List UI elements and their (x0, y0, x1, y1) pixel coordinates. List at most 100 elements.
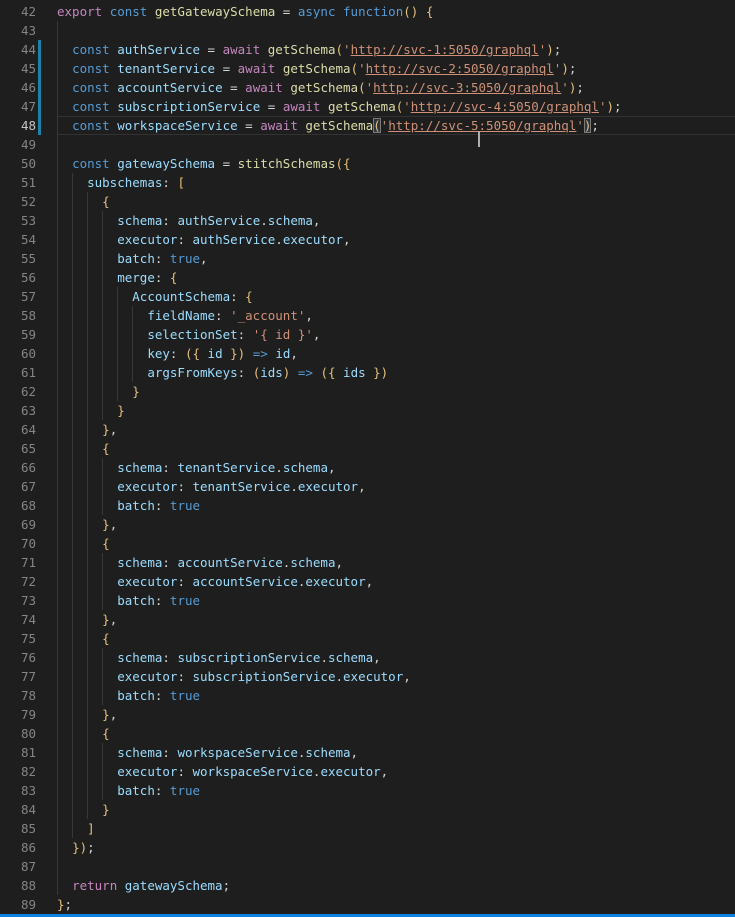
code-line-57[interactable]: 57 AccountSchema: { (0, 287, 735, 306)
code-text[interactable]: batch: true (57, 496, 735, 515)
code-line-84[interactable]: 84 } (0, 800, 735, 819)
gutter[interactable]: 52 (0, 192, 57, 211)
gutter[interactable]: 71 (0, 553, 57, 572)
code-text[interactable]: }, (57, 515, 735, 534)
code-line-89[interactable]: 89}; (0, 895, 735, 914)
code-line-82[interactable]: 82 executor: workspaceService.executor, (0, 762, 735, 781)
code-line-72[interactable]: 72 executor: accountService.executor, (0, 572, 735, 591)
code-line-86[interactable]: 86 }); (0, 838, 735, 857)
gutter[interactable]: 63 (0, 401, 57, 420)
gutter[interactable]: 80 (0, 724, 57, 743)
gutter[interactable]: 47 (0, 97, 57, 116)
code-text[interactable]: executor: authService.executor, (57, 230, 735, 249)
code-line-59[interactable]: 59 selectionSet: '{ id }', (0, 325, 735, 344)
gutter[interactable]: 77 (0, 667, 57, 686)
gutter[interactable]: 72 (0, 572, 57, 591)
gutter[interactable]: 53 (0, 211, 57, 230)
code-line-87[interactable]: 87 (0, 857, 735, 876)
gutter[interactable]: 74 (0, 610, 57, 629)
gutter[interactable]: 67 (0, 477, 57, 496)
code-text[interactable]: ] (57, 819, 735, 838)
code-line-80[interactable]: 80 { (0, 724, 735, 743)
code-text[interactable] (57, 857, 735, 876)
gutter[interactable]: 83 (0, 781, 57, 800)
gutter[interactable]: 64 (0, 420, 57, 439)
code-line-67[interactable]: 67 executor: tenantService.executor, (0, 477, 735, 496)
code-text[interactable]: { (57, 724, 735, 743)
code-line-73[interactable]: 73 batch: true (0, 591, 735, 610)
code-text[interactable] (57, 21, 735, 40)
gutter[interactable]: 76 (0, 648, 57, 667)
gutter[interactable]: 43 (0, 21, 57, 40)
code-text[interactable]: }, (57, 610, 735, 629)
code-text[interactable]: return gatewaySchema; (57, 876, 735, 895)
code-text[interactable]: }; (57, 895, 735, 914)
code-line-55[interactable]: 55 batch: true, (0, 249, 735, 268)
gutter[interactable]: 50 (0, 154, 57, 173)
code-text[interactable]: argsFromKeys: (ids) => ({ ids }) (57, 363, 735, 382)
code-line-52[interactable]: 52 { (0, 192, 735, 211)
code-line-88[interactable]: 88 return gatewaySchema; (0, 876, 735, 895)
gutter[interactable]: 42 (0, 2, 57, 21)
code-text[interactable]: key: ({ id }) => id, (57, 344, 735, 363)
gutter[interactable]: 51 (0, 173, 57, 192)
gutter[interactable]: 70 (0, 534, 57, 553)
gutter[interactable]: 59 (0, 325, 57, 344)
code-line-85[interactable]: 85 ] (0, 819, 735, 838)
code-text[interactable]: } (57, 401, 735, 420)
code-text[interactable]: batch: true (57, 591, 735, 610)
code-line-64[interactable]: 64 }, (0, 420, 735, 439)
code-line-49[interactable]: 49 (0, 135, 735, 154)
code-text[interactable]: { (57, 439, 735, 458)
code-line-76[interactable]: 76 schema: subscriptionService.schema, (0, 648, 735, 667)
gutter[interactable]: 82 (0, 762, 57, 781)
gutter[interactable]: 75 (0, 629, 57, 648)
code-text[interactable]: batch: true (57, 686, 735, 705)
code-line-42[interactable]: 42export const getGatewaySchema = async … (0, 2, 735, 21)
code-text[interactable]: } (57, 382, 735, 401)
code-line-45[interactable]: 45 const tenantService = await getSchema… (0, 59, 735, 78)
gutter[interactable]: 66 (0, 458, 57, 477)
gutter[interactable]: 61 (0, 363, 57, 382)
code-line-48[interactable]: 48 const workspaceService = await getSch… (0, 116, 735, 135)
gutter[interactable]: 81 (0, 743, 57, 762)
code-line-69[interactable]: 69 }, (0, 515, 735, 534)
code-line-50[interactable]: 50 const gatewaySchema = stitchSchemas({ (0, 154, 735, 173)
code-text[interactable]: const workspaceService = await getSchema… (57, 116, 735, 135)
code-text[interactable]: executor: subscriptionService.executor, (57, 667, 735, 686)
gutter[interactable]: 56 (0, 268, 57, 287)
code-text[interactable]: schema: accountService.schema, (57, 553, 735, 572)
gutter[interactable]: 45 (0, 59, 57, 78)
code-text[interactable]: { (57, 629, 735, 648)
code-text[interactable]: schema: tenantService.schema, (57, 458, 735, 477)
gutter[interactable]: 79 (0, 705, 57, 724)
gutter[interactable]: 49 (0, 135, 57, 154)
gutter[interactable]: 58 (0, 306, 57, 325)
code-text[interactable]: const authService = await getSchema('htt… (57, 40, 735, 59)
code-text[interactable]: const accountService = await getSchema('… (57, 78, 735, 97)
code-line-63[interactable]: 63 } (0, 401, 735, 420)
code-line-56[interactable]: 56 merge: { (0, 268, 735, 287)
code-line-58[interactable]: 58 fieldName: '_account', (0, 306, 735, 325)
gutter[interactable]: 62 (0, 382, 57, 401)
code-line-60[interactable]: 60 key: ({ id }) => id, (0, 344, 735, 363)
gutter[interactable]: 84 (0, 800, 57, 819)
code-line-54[interactable]: 54 executor: authService.executor, (0, 230, 735, 249)
code-text[interactable]: const tenantService = await getSchema('h… (57, 59, 735, 78)
code-text[interactable]: fieldName: '_account', (57, 306, 735, 325)
code-text[interactable]: batch: true, (57, 249, 735, 268)
code-line-66[interactable]: 66 schema: tenantService.schema, (0, 458, 735, 477)
gutter[interactable]: 57 (0, 287, 57, 306)
gutter[interactable]: 44 (0, 40, 57, 59)
code-line-68[interactable]: 68 batch: true (0, 496, 735, 515)
code-line-70[interactable]: 70 { (0, 534, 735, 553)
code-text[interactable]: }, (57, 705, 735, 724)
code-line-53[interactable]: 53 schema: authService.schema, (0, 211, 735, 230)
code-line-78[interactable]: 78 batch: true (0, 686, 735, 705)
gutter[interactable]: 86 (0, 838, 57, 857)
gutter[interactable]: 60 (0, 344, 57, 363)
code-text[interactable]: schema: workspaceService.schema, (57, 743, 735, 762)
code-line-62[interactable]: 62 } (0, 382, 735, 401)
editor-code-area[interactable]: 42export const getGatewaySchema = async … (0, 0, 735, 914)
code-line-43[interactable]: 43 (0, 21, 735, 40)
